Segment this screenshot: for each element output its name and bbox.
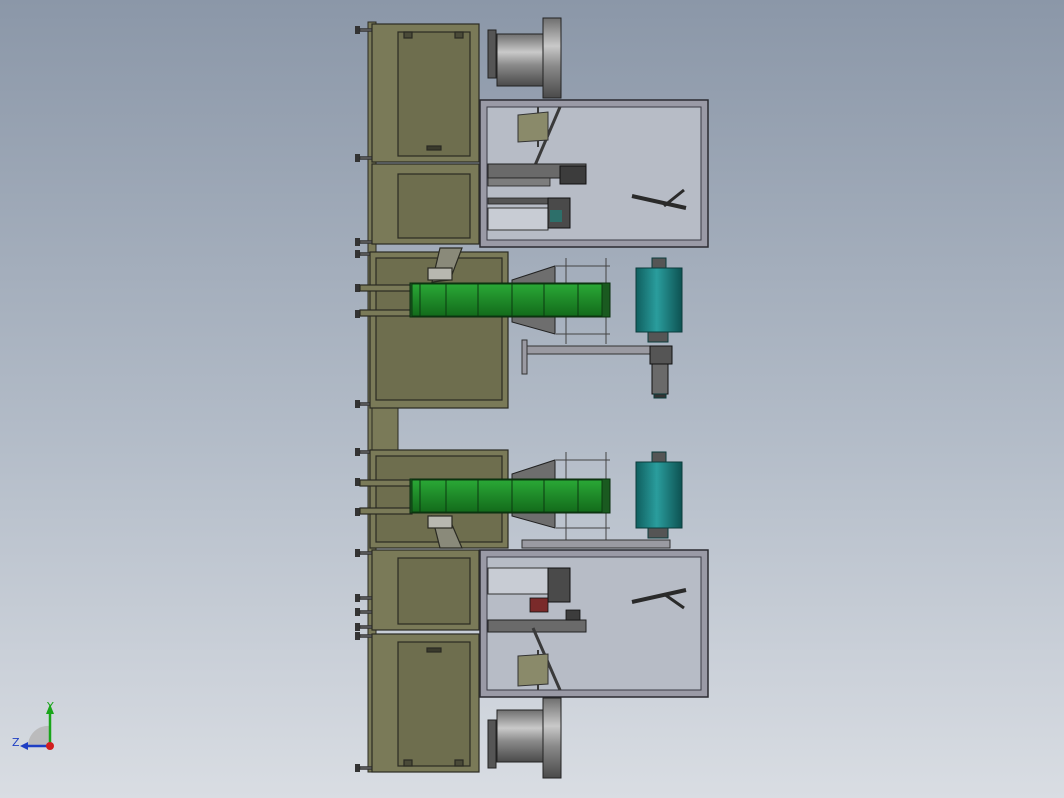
- top-cable-drum: [487, 17, 562, 99]
- belt-segment: [477, 479, 513, 513]
- bottom-cabinet: [371, 549, 480, 773]
- y-axis-label: Y: [46, 700, 54, 713]
- z-axis-label: Z: [12, 736, 20, 749]
- belt-segment: [511, 479, 545, 513]
- belt-segment: [419, 283, 447, 317]
- leveling-foot: [355, 478, 360, 486]
- top-cabinet: [371, 23, 480, 245]
- leveling-foot: [355, 284, 360, 292]
- leveling-foot: [355, 448, 360, 456]
- belt-segment: [511, 283, 545, 317]
- belt-segment: [577, 479, 603, 513]
- top-enclosure: [479, 99, 709, 248]
- belt-segment: [477, 283, 513, 317]
- bottom-cable-drum: [487, 697, 562, 779]
- x-axis-dot: [46, 742, 54, 750]
- coordinate-triad: Y Z: [12, 700, 54, 750]
- bottom-conveyor-belt: [409, 478, 611, 514]
- leveling-foot: [355, 310, 360, 318]
- leveling-foot: [355, 26, 360, 34]
- leveling-foot: [355, 154, 360, 162]
- belt-segment: [543, 283, 579, 317]
- leveling-foot: [355, 508, 360, 516]
- leveling-foot: [355, 623, 360, 631]
- leveling-foot: [355, 594, 360, 602]
- top-conveyor-frame: [359, 247, 509, 409]
- belt-segment: [411, 479, 421, 513]
- belt-segment: [445, 283, 479, 317]
- leveling-foot: [355, 400, 360, 408]
- bottom-enclosure: [479, 549, 709, 698]
- leveling-foot: [355, 238, 360, 246]
- belt-segment: [445, 479, 479, 513]
- leveling-foot: [355, 632, 360, 640]
- cad-viewport[interactable]: Y Z: [0, 0, 1064, 798]
- belt-segment: [577, 283, 603, 317]
- machine-drawing: Y Z: [12, 17, 709, 779]
- top-conveyor-belt: [409, 282, 611, 318]
- belt-segment: [419, 479, 447, 513]
- leveling-foot: [355, 250, 360, 258]
- belt-segment: [411, 283, 421, 317]
- leveling-foot: [355, 764, 360, 772]
- belt-segment: [543, 479, 579, 513]
- leveling-foot: [355, 608, 360, 616]
- leveling-foot: [355, 549, 360, 557]
